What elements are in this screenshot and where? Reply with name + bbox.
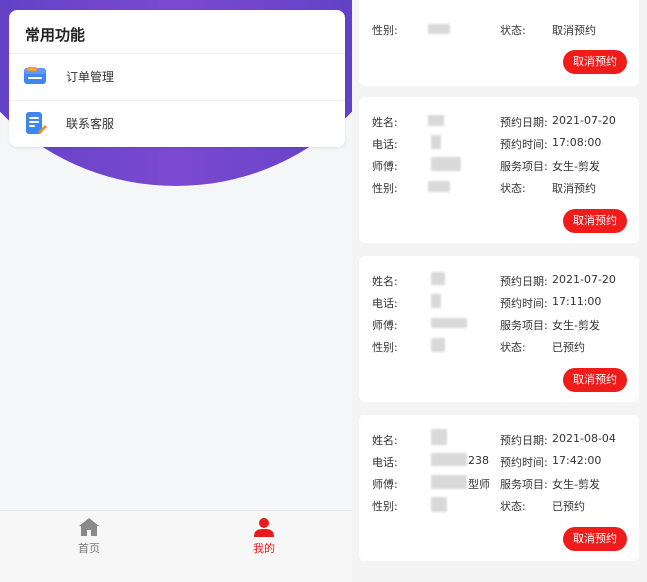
status-label: 状态:	[500, 500, 526, 513]
customer-service-icon	[26, 112, 47, 134]
order-card-icon	[24, 67, 46, 84]
contact-service-label: 联系客服	[66, 116, 115, 131]
redacted-value	[431, 338, 445, 352]
common-functions-card: 常用功能 订单管理 联系客服	[9, 10, 345, 147]
order-card: 姓名: 预约日期: 2021-07-20 电话: 预约时间: 17:08:00 …	[359, 97, 639, 243]
date-label: 预约日期:	[500, 116, 548, 129]
name-label: 姓名:	[372, 275, 398, 288]
redacted-value	[431, 318, 467, 328]
date-label: 预约日期:	[500, 275, 548, 288]
redacted-value	[431, 429, 447, 445]
date-value: 2021-07-20	[552, 273, 616, 286]
status-label: 状态:	[500, 341, 526, 354]
redacted-value	[431, 135, 441, 149]
status-label: 状态:	[500, 182, 526, 195]
time-value: 17:11:00	[552, 295, 602, 308]
time-value: 17:08:00	[552, 136, 602, 149]
time-label: 预约时间:	[500, 138, 548, 151]
service-label: 服务项目:	[500, 478, 548, 491]
name-label: 姓名:	[372, 434, 398, 447]
status-value: 取消预约	[552, 182, 596, 195]
orders-screen: 性别: 状态: 取消预约 取消预约 姓名: 预约日期: 2021-07-20 电…	[352, 0, 647, 582]
redacted-value	[428, 24, 450, 34]
nav-mine-tab[interactable]: 我的	[224, 515, 304, 565]
stylist-label: 师傅:	[372, 160, 398, 173]
phone-label: 电话:	[372, 138, 398, 151]
order-card: 姓名: 预约日期: 2021-07-20 电话: 预约时间: 17:11:00 …	[359, 256, 639, 402]
time-value: 17:42:00	[552, 454, 602, 467]
nav-home-label: 首页	[78, 542, 100, 555]
service-label: 服务项目:	[500, 160, 548, 173]
redacted-value	[428, 181, 450, 192]
cancel-booking-button[interactable]: 取消预约	[563, 527, 627, 551]
nav-home-tab[interactable]: 首页	[49, 515, 129, 565]
cancel-booking-button[interactable]: 取消预约	[563, 50, 627, 74]
status-label: 状态:	[500, 24, 526, 37]
date-value: 2021-07-20	[552, 114, 616, 127]
order-management-item[interactable]: 订单管理	[9, 53, 345, 99]
home-icon	[79, 518, 99, 536]
date-label: 预约日期:	[500, 434, 548, 447]
order-card: 姓名: 预约日期: 2021-08-04 电话: 238 预约时间: 17:42…	[359, 415, 639, 561]
gender-label: 性别:	[372, 182, 398, 195]
nav-mine-label: 我的	[253, 542, 275, 555]
stylist-label: 师傅:	[372, 319, 398, 332]
redacted-value	[431, 497, 447, 512]
gender-label: 性别:	[372, 24, 398, 37]
stylist-value-suffix: 型师	[468, 478, 490, 491]
gender-label: 性别:	[372, 500, 398, 513]
contact-service-item[interactable]: 联系客服	[9, 100, 345, 146]
gender-label: 性别:	[372, 341, 398, 354]
service-value: 女生-剪发	[552, 319, 600, 332]
order-management-label: 订单管理	[66, 69, 115, 84]
time-label: 预约时间:	[500, 456, 548, 469]
redacted-value	[431, 157, 461, 171]
name-label: 姓名:	[372, 116, 398, 129]
bottom-navigation: 首页 我的	[0, 510, 352, 582]
cancel-booking-button[interactable]: 取消预约	[563, 368, 627, 392]
redacted-value	[431, 272, 445, 285]
service-value: 女生-剪发	[552, 160, 600, 173]
redacted-value	[431, 294, 441, 308]
phone-value-suffix: 238	[468, 454, 489, 467]
user-icon	[254, 518, 274, 537]
order-card: 性别: 状态: 取消预约 取消预约	[359, 0, 639, 86]
date-value: 2021-08-04	[552, 432, 616, 445]
redacted-value	[428, 115, 444, 126]
cancel-booking-button[interactable]: 取消预约	[563, 209, 627, 233]
time-label: 预约时间:	[500, 297, 548, 310]
profile-screen: 常用功能 订单管理 联系客服 首页 我的	[0, 0, 352, 582]
status-value: 已预约	[552, 341, 585, 354]
service-value: 女生-剪发	[552, 478, 600, 491]
common-functions-title: 常用功能	[25, 26, 86, 44]
phone-label: 电话:	[372, 456, 398, 469]
status-value: 已预约	[552, 500, 585, 513]
stylist-label: 师傅:	[372, 478, 398, 491]
redacted-value	[431, 475, 467, 489]
status-value: 取消预约	[552, 24, 596, 37]
service-label: 服务项目:	[500, 319, 548, 332]
redacted-value	[431, 453, 467, 466]
phone-label: 电话:	[372, 297, 398, 310]
